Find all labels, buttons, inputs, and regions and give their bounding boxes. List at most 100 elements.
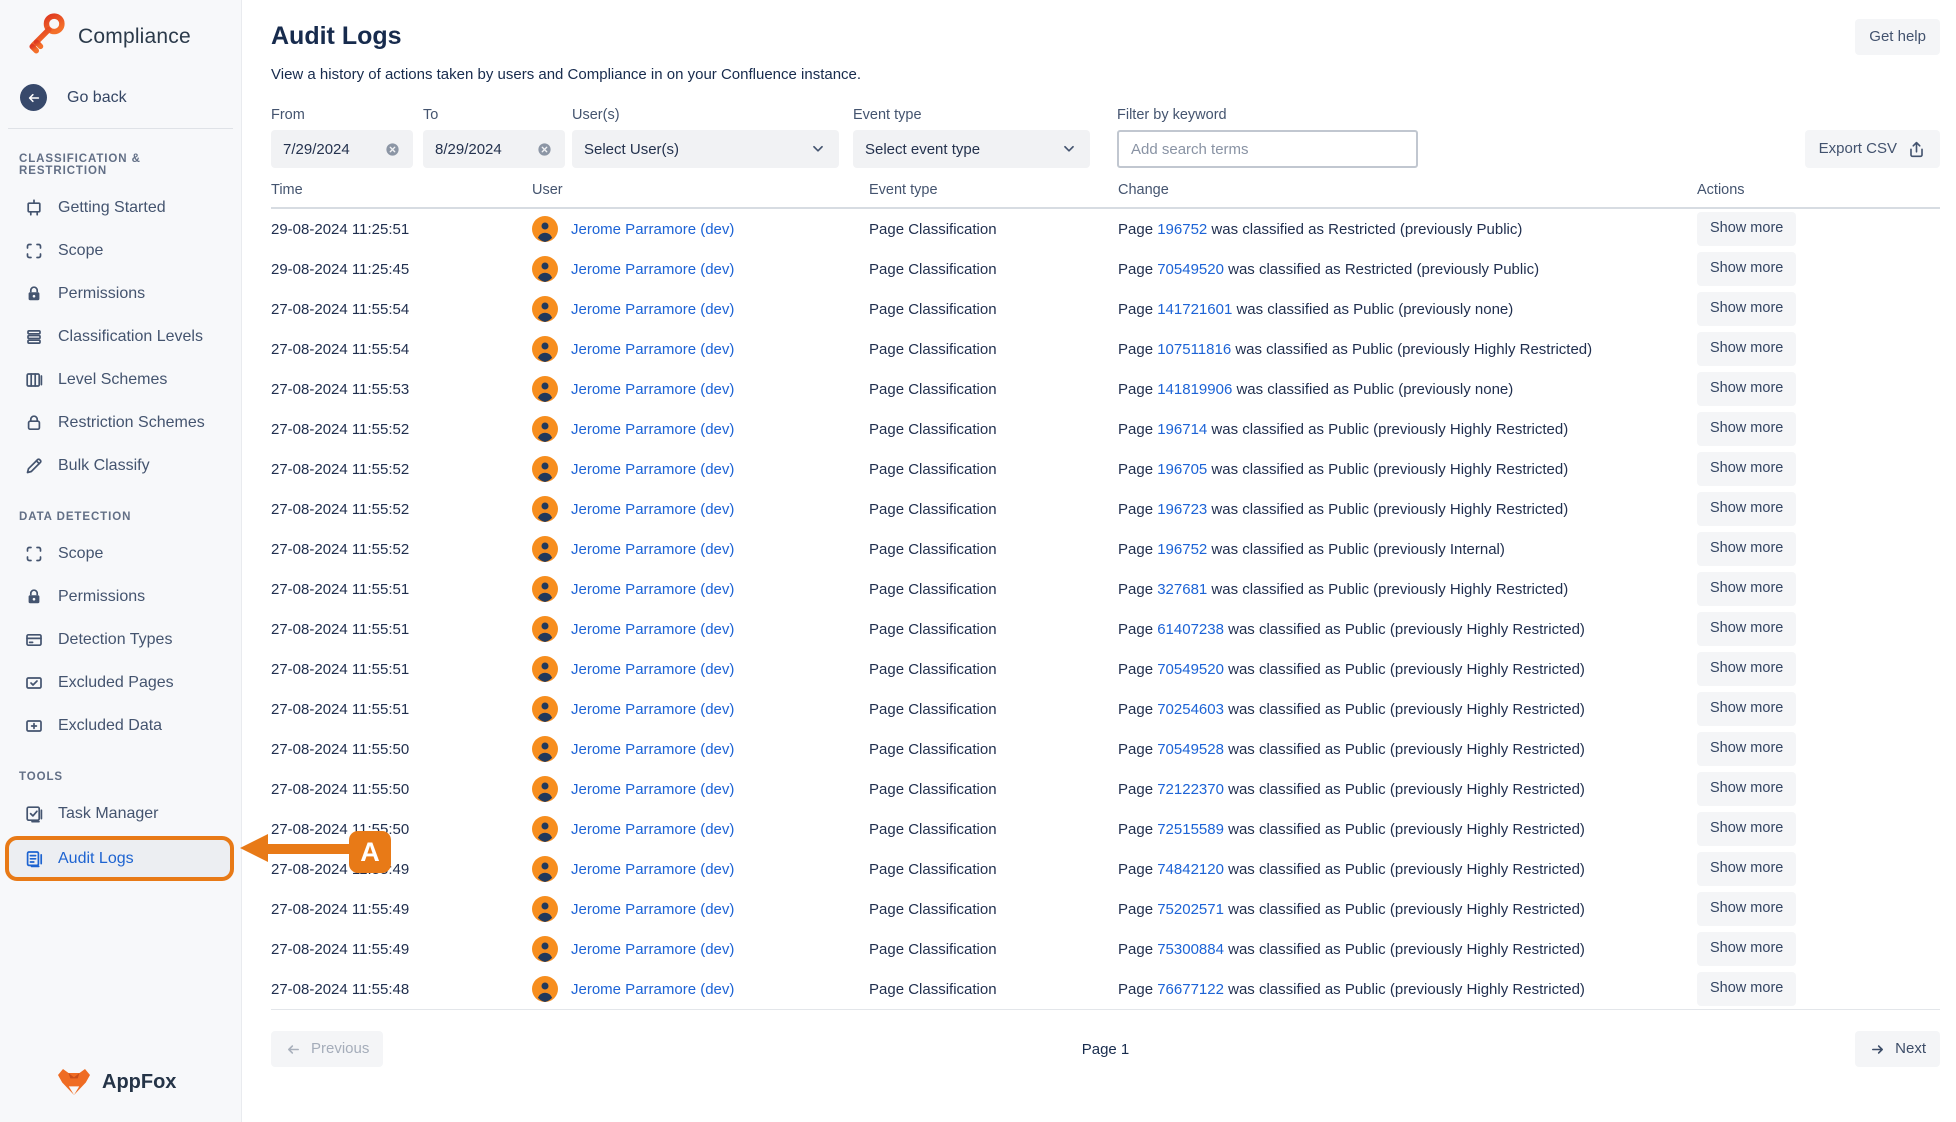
page-id-link[interactable]: 196752 — [1157, 221, 1207, 238]
get-help-button[interactable]: Get help — [1855, 19, 1940, 55]
event-type-select[interactable]: Select event type — [853, 130, 1090, 168]
show-more-button[interactable]: Show more — [1697, 812, 1796, 845]
user-link[interactable]: Jerome Parramore (dev) — [571, 621, 734, 638]
user-link[interactable]: Jerome Parramore (dev) — [571, 901, 734, 918]
user-avatar-icon — [532, 376, 558, 402]
user-link[interactable]: Jerome Parramore (dev) — [571, 821, 734, 838]
show-more-button[interactable]: Show more — [1697, 452, 1796, 485]
page-id-link[interactable]: 61407238 — [1157, 621, 1224, 638]
show-more-button[interactable]: Show more — [1697, 932, 1796, 965]
user-link[interactable]: Jerome Parramore (dev) — [571, 741, 734, 758]
table-row: 27-08-2024 11:55:50 Jerome Parramore (de… — [271, 809, 1940, 849]
user-link[interactable]: Jerome Parramore (dev) — [571, 981, 734, 998]
show-more-button[interactable]: Show more — [1697, 212, 1796, 245]
show-more-button[interactable]: Show more — [1697, 292, 1796, 325]
page-id-link[interactable]: 107511816 — [1157, 341, 1231, 358]
check-rect-icon — [24, 673, 44, 693]
user-link[interactable]: Jerome Parramore (dev) — [571, 261, 734, 278]
show-more-button[interactable]: Show more — [1697, 492, 1796, 525]
show-more-button[interactable]: Show more — [1697, 532, 1796, 565]
user-link[interactable]: Jerome Parramore (dev) — [571, 661, 734, 678]
show-more-button[interactable]: Show more — [1697, 412, 1796, 445]
sidebar-item-task-manager[interactable]: Task Manager — [0, 792, 241, 835]
page-id-link[interactable]: 70254603 — [1157, 701, 1224, 718]
go-back-button[interactable]: Go back — [0, 84, 241, 111]
page-id-link[interactable]: 72515589 — [1157, 821, 1224, 838]
show-more-button[interactable]: Show more — [1697, 612, 1796, 645]
page-id-link[interactable]: 76677122 — [1157, 981, 1224, 998]
user-link[interactable]: Jerome Parramore (dev) — [571, 421, 734, 438]
sidebar-item-scope[interactable]: Scope — [0, 229, 241, 272]
show-more-button[interactable]: Show more — [1697, 772, 1796, 805]
cell-event-type: Page Classification — [869, 621, 1118, 638]
export-csv-button[interactable]: Export CSV — [1805, 130, 1940, 168]
show-more-button[interactable]: Show more — [1697, 972, 1796, 1005]
cell-actions: Show more — [1697, 932, 1940, 965]
sidebar-item-excluded-pages[interactable]: Excluded Pages — [0, 661, 241, 704]
clear-circle-icon[interactable] — [536, 141, 553, 158]
show-more-button[interactable]: Show more — [1697, 372, 1796, 405]
show-more-button[interactable]: Show more — [1697, 332, 1796, 365]
next-page-button[interactable]: Next — [1855, 1031, 1940, 1067]
show-more-button[interactable]: Show more — [1697, 652, 1796, 685]
sidebar-item-label: Task Manager — [58, 805, 159, 823]
table-header: Time User Event type Change Actions — [271, 182, 1940, 209]
sidebar-item-label: Excluded Pages — [58, 674, 174, 692]
page-id-link[interactable]: 75202571 — [1157, 901, 1224, 918]
page-id-link[interactable]: 72122370 — [1157, 781, 1224, 798]
user-link[interactable]: Jerome Parramore (dev) — [571, 301, 734, 318]
page-id-link[interactable]: 196723 — [1157, 501, 1207, 518]
sidebar-item-classification-levels[interactable]: Classification Levels — [0, 315, 241, 358]
page-id-link[interactable]: 75300884 — [1157, 941, 1224, 958]
show-more-button[interactable]: Show more — [1697, 572, 1796, 605]
show-more-button[interactable]: Show more — [1697, 252, 1796, 285]
user-link[interactable]: Jerome Parramore (dev) — [571, 781, 734, 798]
sidebar-item-restriction-schemes[interactable]: Restriction Schemes — [0, 401, 241, 444]
show-more-button[interactable]: Show more — [1697, 692, 1796, 725]
sidebar-item-scope[interactable]: Scope — [0, 532, 241, 575]
user-avatar-icon — [532, 656, 558, 682]
cell-event-type: Page Classification — [869, 941, 1118, 958]
sidebar-item-excluded-data[interactable]: Excluded Data — [0, 704, 241, 747]
sidebar-item-getting-started[interactable]: Getting Started — [0, 186, 241, 229]
page-id-link[interactable]: 196705 — [1157, 461, 1207, 478]
previous-page-button[interactable]: Previous — [271, 1031, 383, 1067]
page-id-link[interactable]: 141819906 — [1157, 381, 1232, 398]
user-link[interactable]: Jerome Parramore (dev) — [571, 341, 734, 358]
keyword-input[interactable] — [1117, 130, 1418, 168]
page-id-link[interactable]: 196752 — [1157, 541, 1207, 558]
from-date-input[interactable]: 7/29/2024 — [271, 130, 413, 168]
clear-circle-icon[interactable] — [384, 141, 401, 158]
show-more-button[interactable]: Show more — [1697, 732, 1796, 765]
fox-icon — [56, 1067, 92, 1098]
user-link[interactable]: Jerome Parramore (dev) — [571, 381, 734, 398]
page-id-link[interactable]: 70549520 — [1157, 261, 1224, 278]
page-id-link[interactable]: 327681 — [1157, 581, 1207, 598]
sidebar-item-audit-logs[interactable]: Audit Logs — [5, 836, 234, 881]
user-link[interactable]: Jerome Parramore (dev) — [571, 501, 734, 518]
cell-change: Page 70254603 was classified as Public (… — [1118, 701, 1697, 718]
show-more-button[interactable]: Show more — [1697, 892, 1796, 925]
show-more-button[interactable]: Show more — [1697, 852, 1796, 885]
cell-event-type: Page Classification — [869, 301, 1118, 318]
cell-user: Jerome Parramore (dev) — [532, 816, 869, 842]
page-id-link[interactable]: 70549528 — [1157, 741, 1224, 758]
user-link[interactable]: Jerome Parramore (dev) — [571, 541, 734, 558]
user-link[interactable]: Jerome Parramore (dev) — [571, 461, 734, 478]
user-link[interactable]: Jerome Parramore (dev) — [571, 941, 734, 958]
to-date-input[interactable]: 8/29/2024 — [423, 130, 565, 168]
user-link[interactable]: Jerome Parramore (dev) — [571, 581, 734, 598]
users-select[interactable]: Select User(s) — [572, 130, 839, 168]
sidebar-item-level-schemes[interactable]: Level Schemes — [0, 358, 241, 401]
page-id-link[interactable]: 141721601 — [1157, 301, 1232, 318]
user-link[interactable]: Jerome Parramore (dev) — [571, 701, 734, 718]
cell-event-type: Page Classification — [869, 381, 1118, 398]
page-id-link[interactable]: 196714 — [1157, 421, 1207, 438]
sidebar-item-bulk-classify[interactable]: Bulk Classify — [0, 444, 241, 487]
page-id-link[interactable]: 74842120 — [1157, 861, 1224, 878]
user-link[interactable]: Jerome Parramore (dev) — [571, 221, 734, 238]
user-link[interactable]: Jerome Parramore (dev) — [571, 861, 734, 878]
to-date-value: 8/29/2024 — [435, 141, 502, 158]
sidebar-item-detection-types[interactable]: Detection Types — [0, 618, 241, 661]
page-id-link[interactable]: 70549520 — [1157, 661, 1224, 678]
